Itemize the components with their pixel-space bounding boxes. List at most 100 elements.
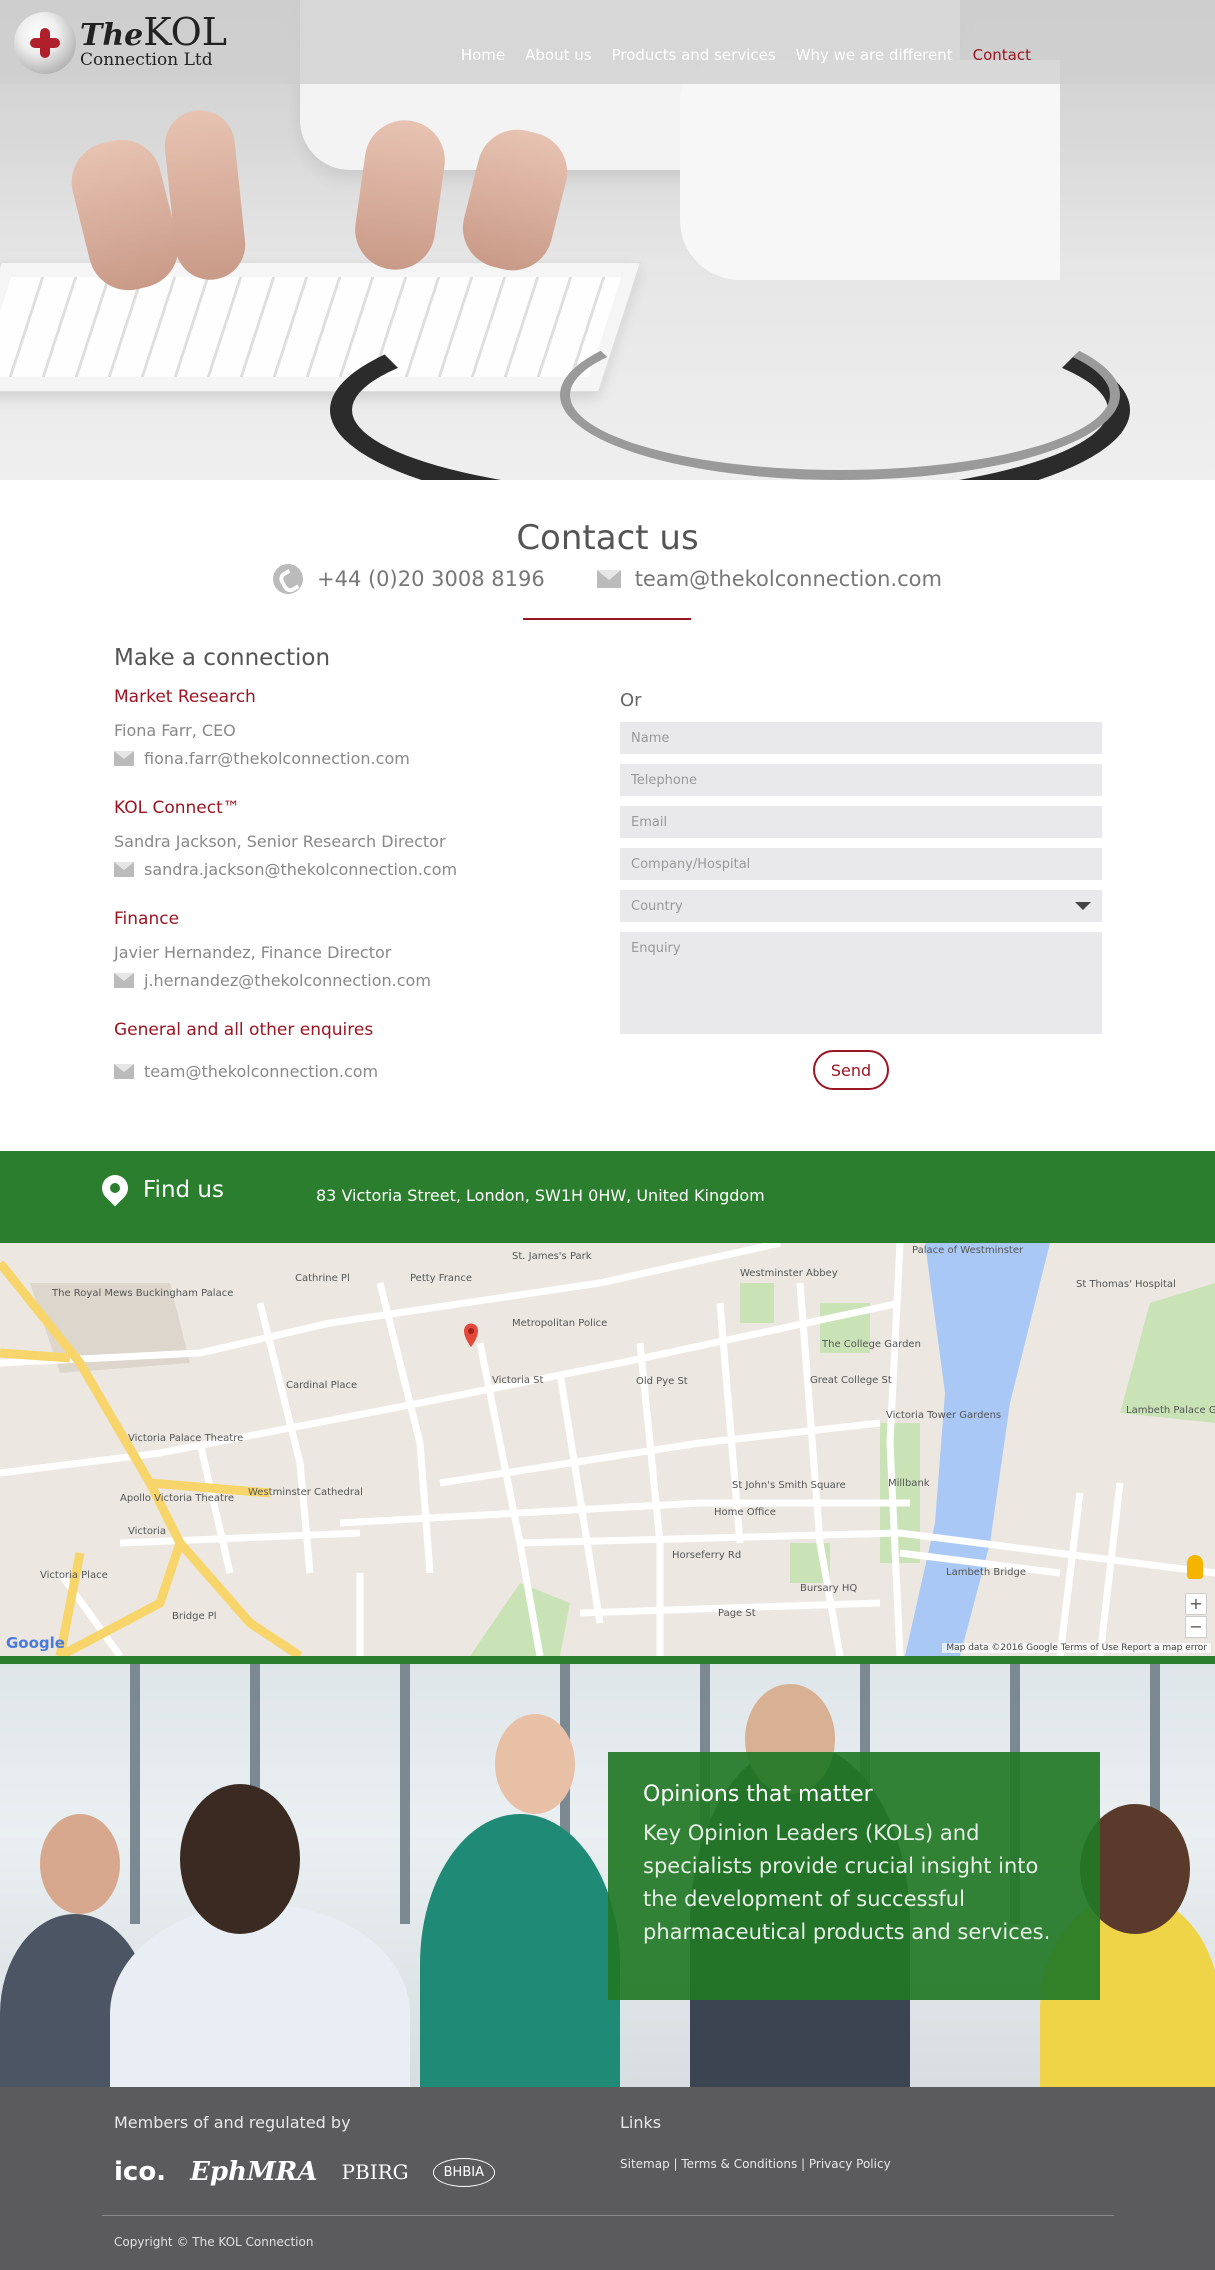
map-label: Apollo Victoria Theatre	[120, 1493, 234, 1504]
map-attribution[interactable]: Map data ©2016 Google Terms of Use Repor…	[942, 1643, 1211, 1653]
nav-products-services[interactable]: Products and services	[612, 46, 776, 64]
country-select[interactable]: Country	[620, 890, 1102, 922]
map-label: St Thomas' Hospital	[1076, 1279, 1176, 1290]
mail-icon	[114, 973, 134, 988]
nav-why-different[interactable]: Why we are different	[796, 46, 953, 64]
copyright: Copyright © The KOL Connection	[114, 2235, 314, 2249]
contact-phone[interactable]: +44 (0)20 3008 8196	[317, 567, 545, 591]
bhbia-logo[interactable]: BHBIA	[432, 2157, 495, 2187]
map-label: Victoria Palace Theatre	[128, 1433, 244, 1444]
map-label: Millbank	[888, 1478, 930, 1489]
contact-person: Javier Hernandez, Finance Director	[114, 943, 392, 962]
map-label: Bursary HQ	[800, 1583, 858, 1594]
opinion-title: Opinions that matter	[643, 1782, 873, 1807]
map-pin-icon	[96, 1169, 134, 1207]
navbar: TheKOL Connection Ltd Home About us Prod…	[0, 0, 1215, 84]
member-logos: ico. EphMRA PBIRG BHBIA	[114, 2157, 495, 2187]
map-label: The Royal Mews Buckingham Palace	[52, 1288, 234, 1299]
map-label: Old Pye St	[636, 1376, 688, 1387]
contact-email-link[interactable]: j.hernandez@thekolconnection.com	[144, 971, 431, 990]
or-label: Or	[620, 690, 642, 711]
contact-group: KOL Connect™ Sandra Jackson, Senior Rese…	[114, 798, 457, 879]
contact-email-row: sandra.jackson@thekolconnection.com	[114, 860, 457, 879]
nav-about-us[interactable]: About us	[525, 46, 591, 64]
map-label: Cathrine Pl	[295, 1273, 350, 1284]
logo-subtitle: Connection Ltd	[80, 50, 213, 70]
map-label: Lambeth Bridge	[946, 1567, 1026, 1578]
map-label: Metropolitan Police	[512, 1318, 608, 1329]
contact-person: Fiona Farr, CEO	[114, 721, 236, 740]
company-field[interactable]	[620, 848, 1102, 880]
mail-icon	[114, 1064, 134, 1079]
contact-summary: +44 (0)20 3008 8196 team@thekolconnectio…	[0, 564, 1215, 594]
mail-icon	[114, 751, 134, 766]
map-label: Petty France	[410, 1273, 473, 1284]
brand-logo[interactable]: TheKOL Connection Ltd	[10, 8, 227, 74]
phone-icon	[273, 564, 303, 594]
contact-email-link[interactable]: team@thekolconnection.com	[144, 1062, 378, 1081]
send-button[interactable]: Send	[813, 1050, 889, 1090]
ico-logo[interactable]: ico.	[114, 2157, 166, 2187]
pbirg-logo[interactable]: PBIRG	[342, 2160, 409, 2184]
map-label: Lambeth Palace Gardens	[1126, 1405, 1215, 1416]
contact-email-link[interactable]: fiona.farr@thekolconnection.com	[144, 749, 410, 768]
contact-email-row: team@thekolconnection.com	[114, 1062, 378, 1081]
nav-home[interactable]: Home	[461, 46, 505, 64]
mail-icon	[114, 862, 134, 877]
zoom-out-button[interactable]: −	[1185, 1616, 1207, 1638]
find-us-address: 83 Victoria Street, London, SW1H 0HW, Un…	[316, 1186, 765, 1205]
street-view-pegman-icon[interactable]	[1187, 1555, 1203, 1579]
map-label: Westminster Abbey	[740, 1268, 838, 1279]
contact-person: Sandra Jackson, Senior Research Director	[114, 832, 446, 851]
map-label: St. James's Park	[512, 1251, 592, 1262]
dept-heading: KOL Connect™	[114, 798, 240, 818]
map-label: The College Garden	[822, 1339, 921, 1350]
map-label: St John's Smith Square	[732, 1480, 846, 1491]
contact-email-row: fiona.farr@thekolconnection.com	[114, 749, 410, 768]
enquiry-field[interactable]	[620, 932, 1102, 1034]
name-field[interactable]	[620, 722, 1102, 754]
page-title: Contact us	[516, 518, 699, 558]
contact-email[interactable]: team@thekolconnection.com	[635, 567, 942, 591]
map-label: Page St	[718, 1608, 756, 1619]
zoom-in-button[interactable]: +	[1185, 1593, 1207, 1615]
map-label: Cardinal Place	[286, 1380, 358, 1391]
map-label: Palace of Westminster	[912, 1245, 1024, 1256]
find-us-title: Find us	[143, 1177, 224, 1203]
map-label: Victoria Place	[40, 1570, 108, 1581]
map-label: Great College St	[810, 1375, 892, 1386]
map-label: Westminster Cathedral	[248, 1487, 363, 1498]
footer-divider	[102, 2215, 1114, 2216]
dept-heading: Market Research	[114, 687, 256, 707]
map-label: Bridge Pl	[172, 1611, 217, 1622]
map-label: Horseferry Rd	[672, 1550, 742, 1561]
map-label: Home Office	[714, 1507, 776, 1518]
contact-email-link[interactable]: sandra.jackson@thekolconnection.com	[144, 860, 457, 879]
contact-group: Market Research Fiona Farr, CEO fiona.fa…	[114, 687, 410, 768]
dept-heading: Finance	[114, 909, 180, 929]
country-select-value: Country	[631, 898, 683, 914]
map[interactable]: The Royal Mews Buckingham Palace Cathrin…	[0, 1243, 1215, 1656]
logo-cross-icon	[30, 28, 60, 58]
ephmra-logo[interactable]: EphMRA	[190, 2157, 317, 2187]
hero-sleeve	[680, 60, 1060, 280]
contact-group: General and all other enquires team@thek…	[114, 1020, 378, 1081]
links-heading: Links	[620, 2113, 662, 2132]
email-field[interactable]	[620, 806, 1102, 838]
telephone-field[interactable]	[620, 764, 1102, 796]
nav-contact[interactable]: Contact	[973, 46, 1031, 64]
footer-links: Sitemap | Terms & Conditions | Privacy P…	[620, 2157, 891, 2171]
hero-image: TheKOL Connection Ltd Home About us Prod…	[0, 0, 1215, 480]
hero-stethoscope-tube	[560, 310, 1120, 480]
privacy-link[interactable]: Privacy Policy	[809, 2157, 891, 2171]
main-nav: Home About us Products and services Why …	[461, 46, 1031, 64]
contact-form: Or Country Send	[620, 690, 1102, 1090]
map-label: Victoria Tower Gardens	[886, 1410, 1002, 1421]
contact-group: Finance Javier Hernandez, Finance Direct…	[114, 909, 431, 990]
sitemap-link[interactable]: Sitemap	[620, 2157, 670, 2171]
footer: Members of and regulated by ico. EphMRA …	[0, 2087, 1215, 2270]
opinion-text: Key Opinion Leaders (KOLs) and specialis…	[643, 1821, 1051, 1944]
title-divider	[523, 618, 691, 620]
find-us-bar: Find us 83 Victoria Street, London, SW1H…	[0, 1151, 1215, 1243]
terms-link[interactable]: Terms & Conditions	[681, 2157, 797, 2171]
